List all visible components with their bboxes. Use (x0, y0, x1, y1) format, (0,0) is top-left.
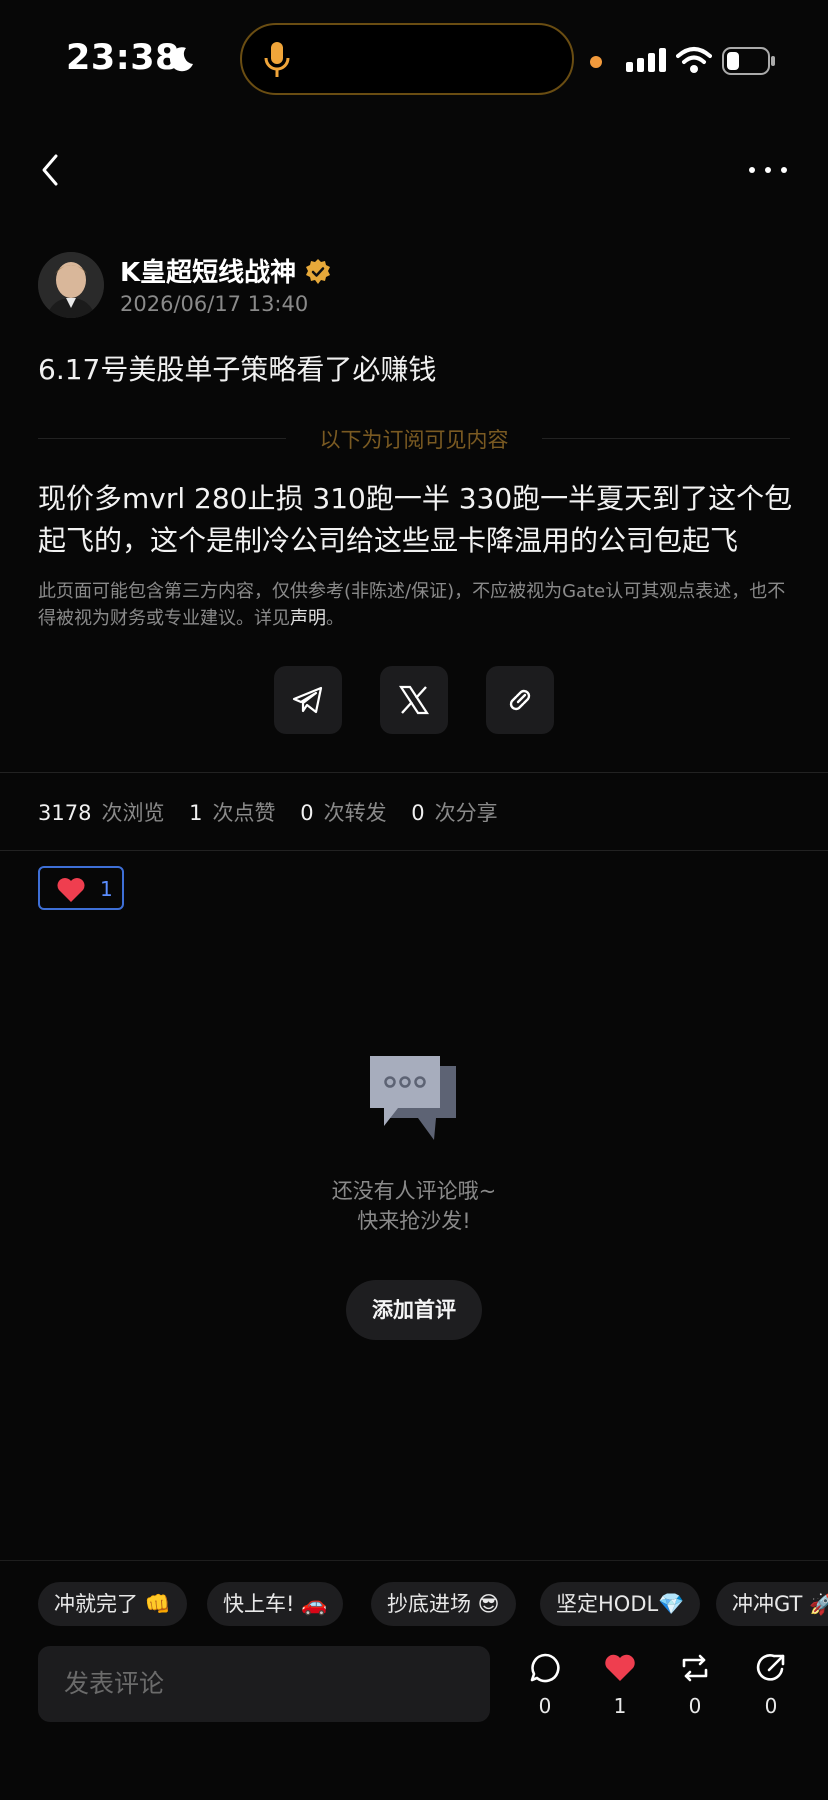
empty-line-1: 还没有人评论哦~ (331, 1179, 497, 1203)
heart-icon (57, 878, 85, 902)
status-time: 23:38 (66, 38, 180, 78)
privacy-dot (590, 56, 602, 68)
comment-input[interactable]: 发表评论 (38, 1646, 490, 1722)
share-x-button[interactable] (380, 666, 448, 734)
repost-action[interactable]: 0 (670, 1652, 720, 1722)
heart-filled-icon (605, 1654, 635, 1681)
views-label: 次浏览 (101, 801, 165, 825)
reaction-count: 1 (100, 877, 113, 901)
battery-icon (722, 47, 775, 75)
repost-icon (682, 1654, 708, 1682)
divider-right (542, 438, 790, 439)
share-action[interactable]: 0 (746, 1652, 796, 1722)
stats-divider-bottom (0, 850, 828, 851)
comment-bubble-icon (530, 1653, 560, 1683)
comment-action-count: 0 (538, 1694, 552, 1718)
quick-reply-3[interactable]: 抄底进场 😎 (371, 1582, 516, 1626)
likes-count: 1 (189, 801, 203, 825)
views-count: 3178 (38, 801, 92, 825)
empty-comments-text: 还没有人评论哦~ 快来抢沙发! (0, 1176, 828, 1236)
disclaimer-end: 。 (326, 608, 344, 629)
quick-reply-1[interactable]: 冲就完了 👊 (38, 1582, 187, 1626)
disclaimer-text: 此页面可能包含第三方内容，仅供参考(非陈述/保证)，不应被视为Gate认可其观点… (38, 581, 786, 629)
link-icon (509, 689, 531, 711)
quick-reply-divider (0, 1560, 828, 1561)
author-avatar[interactable] (38, 252, 104, 318)
quick-reply-5[interactable]: 冲冲GT 🚀 (716, 1582, 828, 1626)
like-action[interactable]: 1 (595, 1652, 645, 1722)
disclaimer-link[interactable]: 声明 (290, 608, 326, 629)
disclaimer: 此页面可能包含第三方内容，仅供参考(非陈述/保证)，不应被视为Gate认可其观点… (38, 578, 798, 632)
wifi-icon (676, 47, 712, 73)
post-date: 2026/06/17 13:40 (120, 292, 309, 316)
reposts-count: 0 (300, 801, 314, 825)
stats-divider-top (0, 772, 828, 773)
quick-reply-2[interactable]: 快上车! 🚗 (207, 1582, 344, 1626)
post-content: 现价多mvrl 280止损 310跑一半 330跑一半夏天到了这个包起飞的，这个… (38, 482, 793, 557)
quick-reply-4[interactable]: 坚定HODL💎 (540, 1582, 701, 1626)
copy-link-button[interactable] (486, 666, 554, 734)
share-action-count: 0 (764, 1694, 778, 1718)
share-telegram-button[interactable] (274, 666, 342, 734)
verified-badge-icon (306, 259, 330, 284)
likes-label: 次点赞 (212, 801, 276, 825)
post-title: 6.17号美股单子策略看了必赚钱 (38, 353, 437, 386)
reaction-chip[interactable]: 1 (38, 866, 124, 910)
shares-label: 次分享 (434, 801, 498, 825)
repost-action-count: 0 (688, 1694, 702, 1718)
x-logo-icon (398, 685, 430, 715)
shares-count: 0 (411, 801, 425, 825)
microphone-icon (264, 42, 290, 77)
empty-comments-icon (370, 1056, 456, 1140)
more-options-icon[interactable] (746, 158, 790, 182)
back-arrow-icon[interactable] (36, 150, 66, 190)
cellular-signal-icon (626, 48, 666, 72)
comment-action[interactable]: 0 (520, 1652, 570, 1722)
subscription-notice: 以下为订阅可见内容 (319, 428, 509, 452)
like-action-count: 1 (613, 1694, 627, 1718)
telegram-icon (292, 686, 323, 714)
author-name[interactable]: K皇超短线战神 (120, 252, 296, 289)
share-icon (756, 1654, 785, 1681)
moon-icon (169, 47, 193, 72)
post-stats: 3178 次浏览 1 次点赞 0 次转发 0 次分享 (38, 797, 516, 827)
empty-line-2: 快来抢沙发! (357, 1209, 471, 1233)
add-first-comment-button[interactable]: 添加首评 (346, 1280, 482, 1340)
reposts-label: 次转发 (323, 801, 387, 825)
